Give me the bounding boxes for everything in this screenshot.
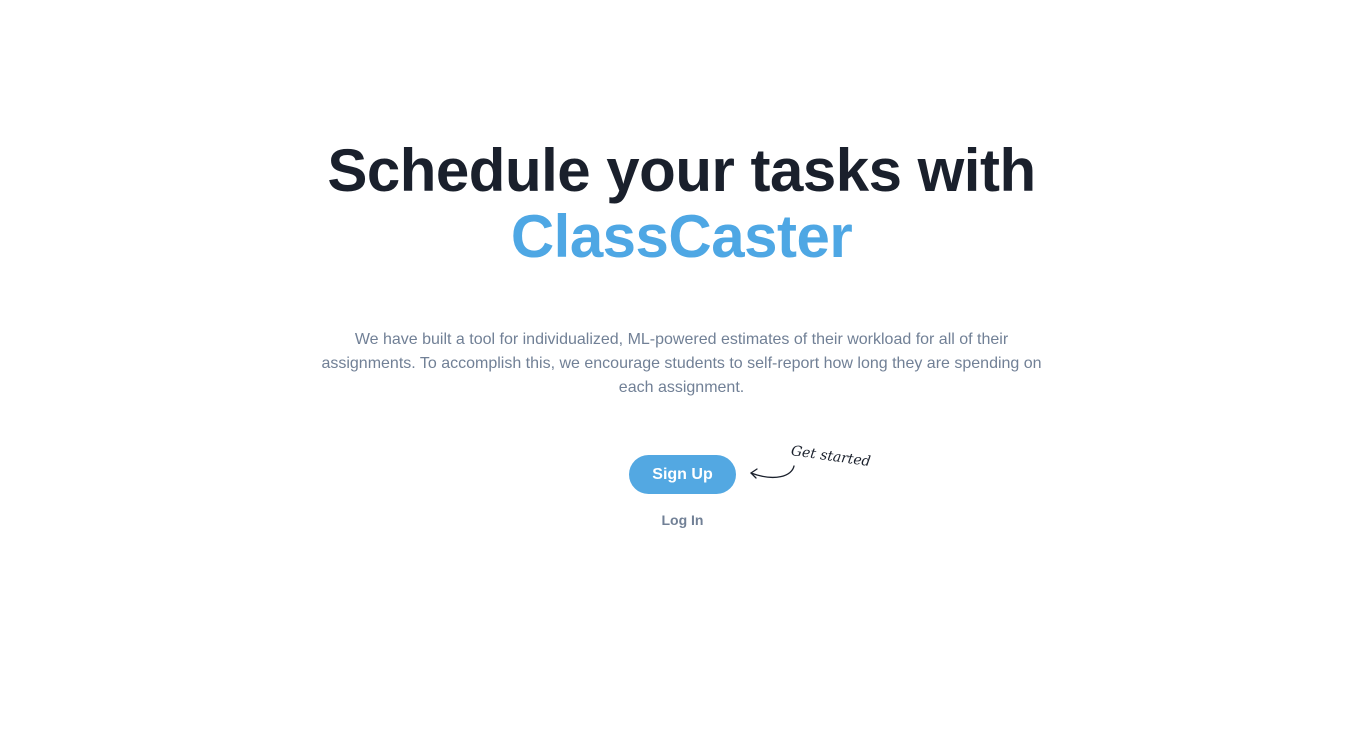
log-in-link[interactable]: Log In (632, 510, 733, 530)
hero-description: We have built a tool for individualized,… (321, 331, 1042, 396)
landing-page: Schedule your tasks with ClassCaster We … (0, 0, 1363, 751)
hero-title-line: Schedule your tasks with (327, 137, 1036, 204)
sign-up-button[interactable]: Sign Up (629, 455, 736, 494)
get-started-annotation: Get started (745, 438, 875, 488)
brand-name: ClassCaster (510, 203, 853, 270)
hero-title: Schedule your tasks with ClassCaster (0, 138, 1363, 270)
curved-arrow-left-icon (750, 465, 795, 479)
get-started-text: Get started (789, 443, 872, 471)
